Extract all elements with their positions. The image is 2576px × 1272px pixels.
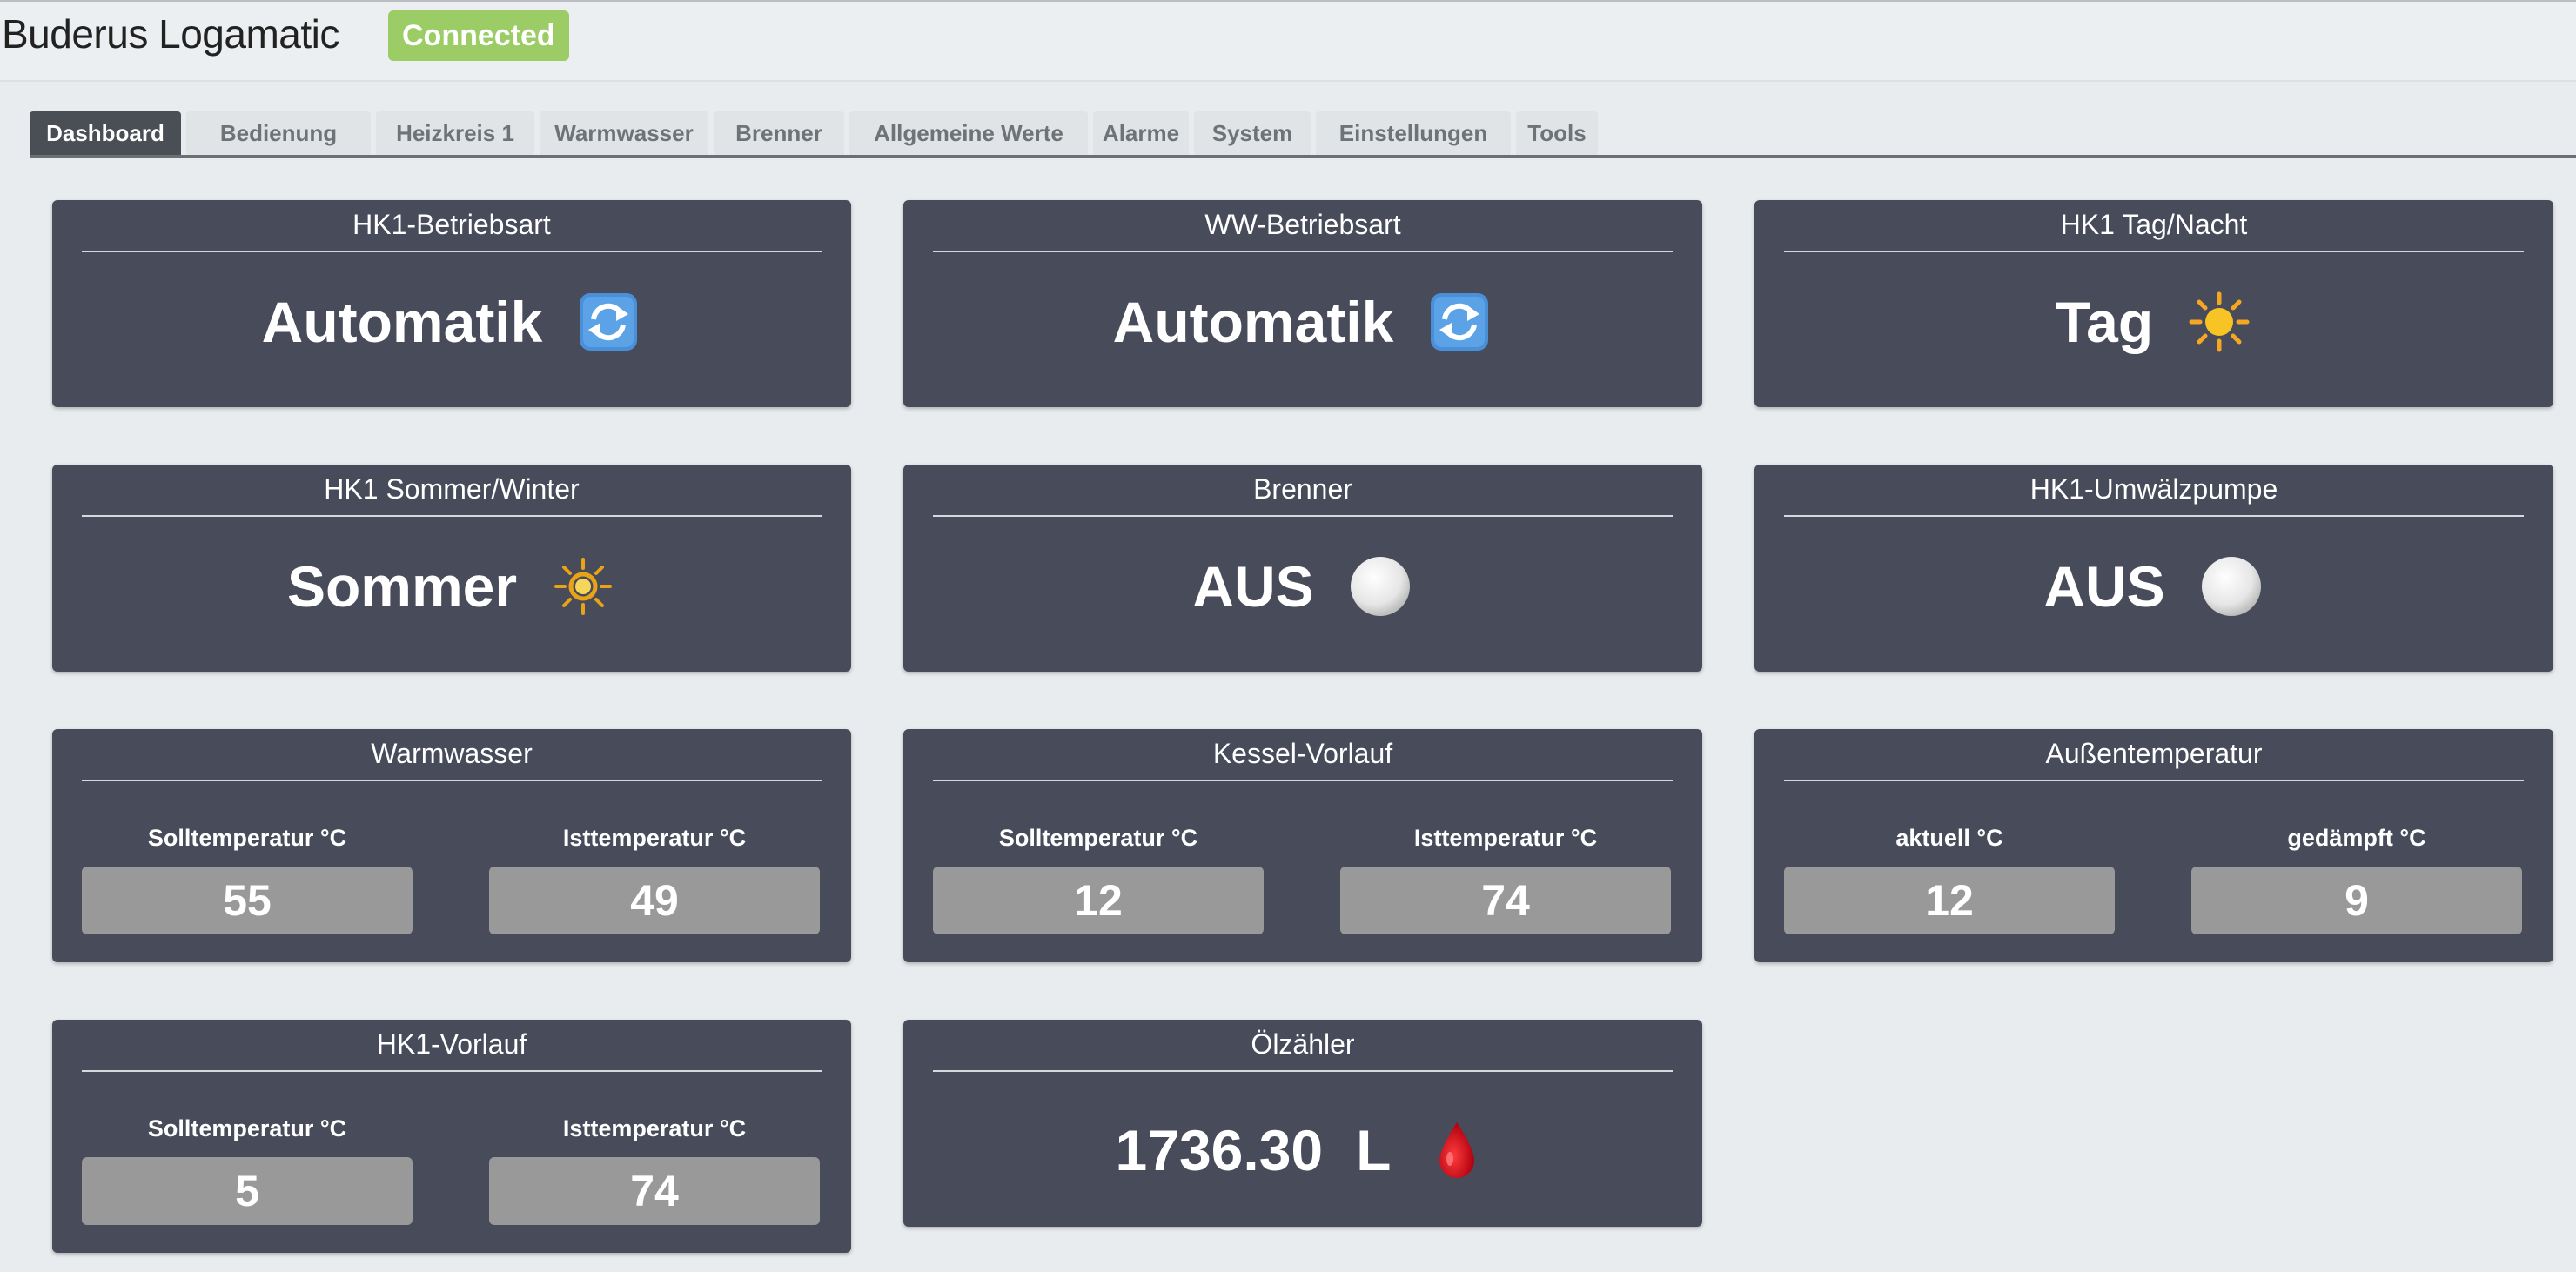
aussentemperatur-gedaempft-label: gedämpft °C xyxy=(2287,825,2426,851)
connection-status-badge: Connected xyxy=(388,10,569,61)
hk1-betriebsart-value: Automatik xyxy=(261,290,543,354)
card-divider xyxy=(82,515,822,517)
card-title: Brenner xyxy=(1253,473,1352,505)
hk1-sommer-winter-value: Sommer xyxy=(286,554,518,619)
tab-warmwasser[interactable]: Warmwasser xyxy=(540,111,708,155)
kessel-vorlauf-ist-label: Isttemperatur °C xyxy=(1413,825,1598,851)
oelzaehler-unit: L xyxy=(1356,1118,1392,1182)
app-root: Buderus Logamatic Connected Dashboard Be… xyxy=(0,0,2576,1272)
tab-einstellungen[interactable]: Einstellungen xyxy=(1316,111,1511,155)
hk1-vorlauf-ist-label: Isttemperatur °C xyxy=(562,1115,747,1141)
warmwasser-ist-label: Isttemperatur °C xyxy=(562,825,747,851)
card-divider xyxy=(1784,780,2524,781)
kessel-vorlauf-soll-value: 12 xyxy=(933,867,1264,934)
card-title: Ölzähler xyxy=(1251,1028,1355,1060)
tab-brenner[interactable]: Brenner xyxy=(714,111,844,155)
kessel-vorlauf-soll-label: Solltemperatur °C xyxy=(998,825,1198,851)
refresh-icon xyxy=(575,289,641,355)
card-title: Kessel-Vorlauf xyxy=(1212,738,1393,769)
tab-tools[interactable]: Tools xyxy=(1516,111,1598,155)
card-title: Außentemperatur xyxy=(2045,738,2263,769)
white-circle-icon xyxy=(2198,553,2264,619)
card-divider xyxy=(82,780,822,781)
card-hk1-sommer-winter: HK1 Sommer/Winter Sommer xyxy=(52,465,851,672)
bright-sun-icon xyxy=(550,553,616,619)
card-value-row: Automatik xyxy=(52,287,851,357)
card-title: HK1-Betriebsart xyxy=(352,209,551,240)
tab-system[interactable]: System xyxy=(1194,111,1311,155)
oelzaehler-value: 1736.30 xyxy=(1115,1118,1324,1182)
warmwasser-ist-value: 49 xyxy=(489,867,820,934)
aussentemperatur-gedaempft-value: 9 xyxy=(2191,867,2522,934)
app-title: Buderus Logamatic xyxy=(2,11,339,57)
card-value-row: AUS xyxy=(1754,552,2553,621)
aussentemperatur-aktuell-label: aktuell °C xyxy=(1895,825,2003,851)
card-title: HK1 Tag/Nacht xyxy=(2060,209,2248,240)
card-hk1-tag-nacht: HK1 Tag/Nacht Tag xyxy=(1754,200,2553,407)
card-title: Warmwasser xyxy=(371,738,533,769)
card-value-row: 1736.30 L xyxy=(903,1115,1702,1185)
card-divider xyxy=(1784,515,2524,517)
warmwasser-soll-value: 55 xyxy=(82,867,413,934)
brenner-value: AUS xyxy=(1192,554,1314,619)
card-title: HK1-Umwälzpumpe xyxy=(2029,473,2278,505)
card-title: HK1 Sommer/Winter xyxy=(324,473,580,505)
tab-bar: Dashboard Bedienung Heizkreis 1 Warmwass… xyxy=(30,111,2576,158)
tab-alarme[interactable]: Alarme xyxy=(1093,111,1189,155)
card-divider xyxy=(933,780,1673,781)
card-kessel-vorlauf: Kessel-Vorlauf Solltemperatur °C 12 Istt… xyxy=(903,729,1702,962)
card-divider xyxy=(933,251,1673,252)
hk1-umwaelzpumpe-value: AUS xyxy=(2043,554,2165,619)
hk1-vorlauf-soll-label: Solltemperatur °C xyxy=(147,1115,347,1141)
card-brenner: Brenner AUS xyxy=(903,465,1702,672)
card-title: WW-Betriebsart xyxy=(1204,209,1401,240)
card-hk1-umwaelzpumpe: HK1-Umwälzpumpe AUS xyxy=(1754,465,2553,672)
card-hk1-vorlauf: HK1-Vorlauf Solltemperatur °C 5 Isttempe… xyxy=(52,1020,851,1253)
sun-icon xyxy=(2186,289,2252,355)
refresh-icon xyxy=(1426,289,1493,355)
hk1-vorlauf-soll-value: 5 xyxy=(82,1157,413,1225)
warmwasser-soll-label: Solltemperatur °C xyxy=(147,825,347,851)
card-title: HK1-Vorlauf xyxy=(376,1028,527,1060)
card-warmwasser: Warmwasser Solltemperatur °C 55 Isttempe… xyxy=(52,729,851,962)
card-divider xyxy=(1784,251,2524,252)
card-divider xyxy=(933,515,1673,517)
card-divider xyxy=(82,251,822,252)
card-value-row: Sommer xyxy=(52,552,851,621)
ww-betriebsart-value: Automatik xyxy=(1112,290,1394,354)
kessel-vorlauf-ist-value: 74 xyxy=(1340,867,1671,934)
card-divider xyxy=(933,1070,1673,1072)
tab-allgemeine-werte[interactable]: Allgemeine Werte xyxy=(849,111,1088,155)
tab-heizkreis-1[interactable]: Heizkreis 1 xyxy=(376,111,534,155)
header-bar: Buderus Logamatic Connected xyxy=(0,0,2576,82)
white-circle-icon xyxy=(1347,553,1413,619)
tab-dashboard[interactable]: Dashboard xyxy=(30,111,181,155)
card-ww-betriebsart: WW-Betriebsart Automatik xyxy=(903,200,1702,407)
card-oelzaehler: Ölzähler 1736.30 L xyxy=(903,1020,1702,1227)
hk1-vorlauf-ist-value: 74 xyxy=(489,1157,820,1225)
aussentemperatur-aktuell-value: 12 xyxy=(1784,867,2115,934)
card-value-row: AUS xyxy=(903,552,1702,621)
hk1-tag-nacht-value: Tag xyxy=(2055,290,2154,354)
card-divider xyxy=(82,1070,822,1072)
card-value-row: Tag xyxy=(1754,287,2553,357)
card-hk1-betriebsart: HK1-Betriebsart Automatik xyxy=(52,200,851,407)
oil-drop-icon xyxy=(1424,1117,1490,1183)
card-aussentemperatur: Außentemperatur aktuell °C 12 gedämpft °… xyxy=(1754,729,2553,962)
tab-bedienung[interactable]: Bedienung xyxy=(186,111,371,155)
card-value-row: Automatik xyxy=(903,287,1702,357)
